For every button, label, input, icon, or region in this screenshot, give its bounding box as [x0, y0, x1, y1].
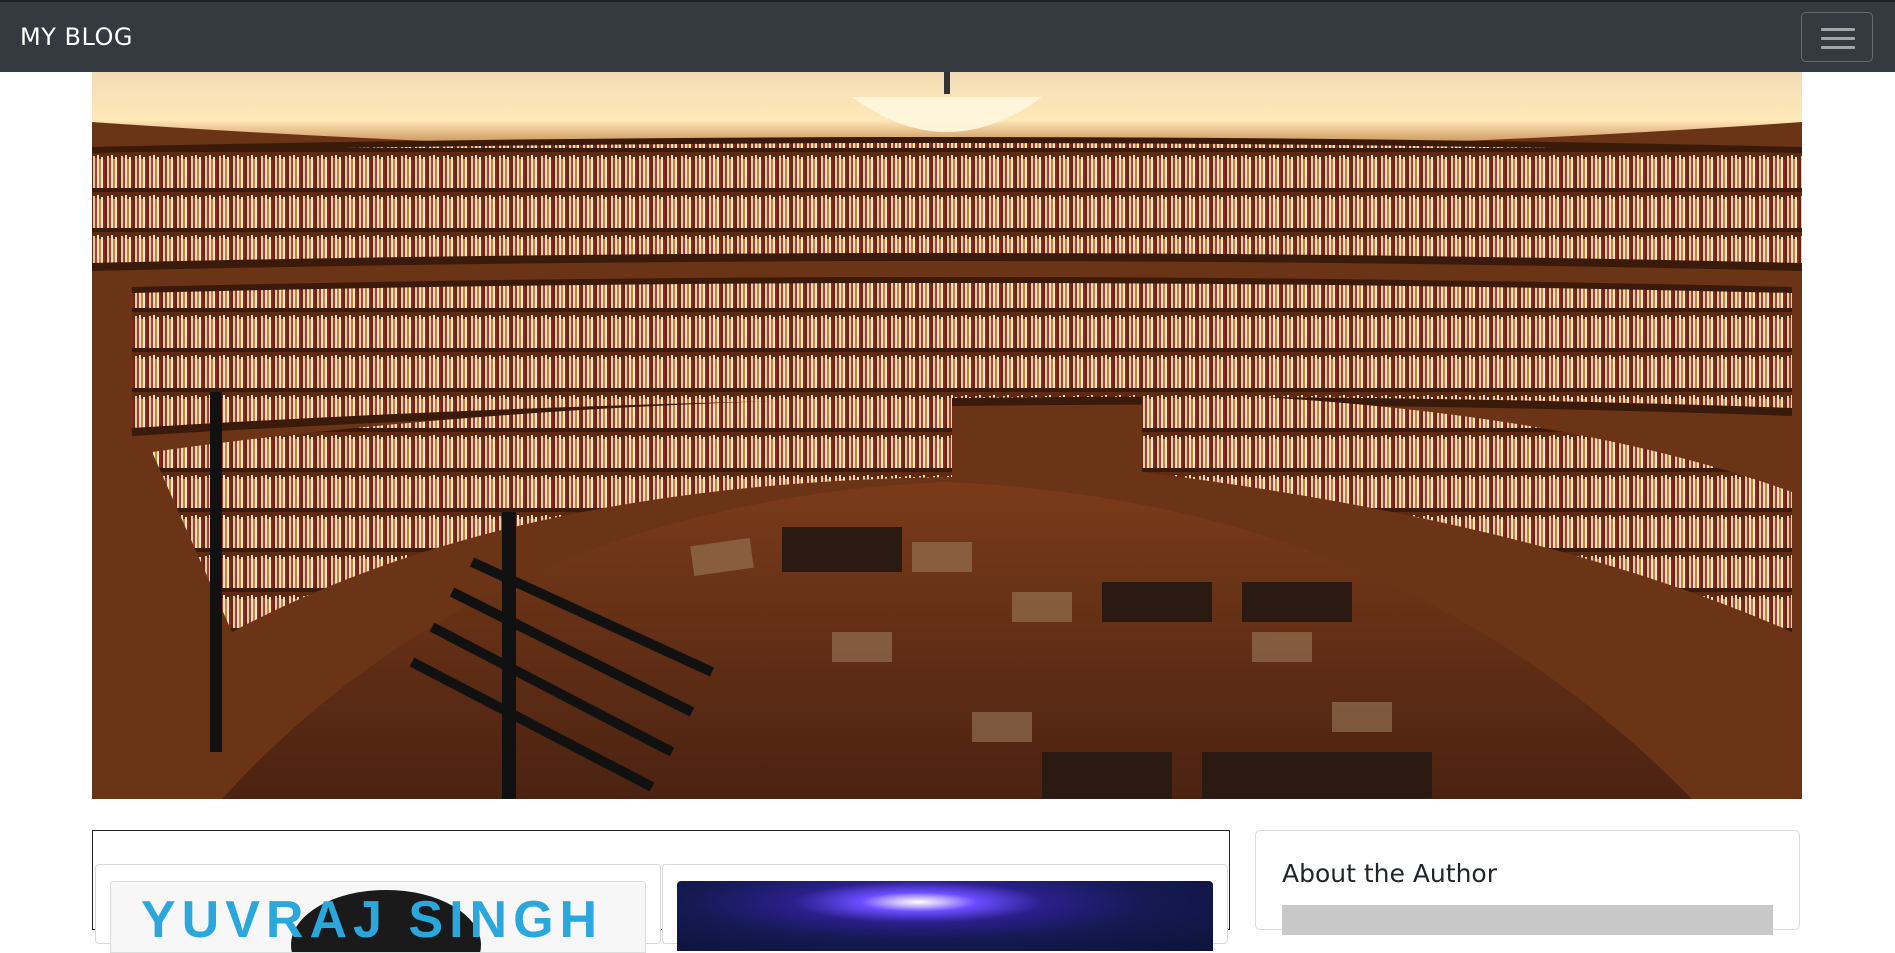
posts-section: YUVRAJ SINGH — [92, 830, 1230, 953]
post-card[interactable]: YUVRAJ SINGH — [95, 864, 661, 953]
navbar-toggle-button[interactable] — [1801, 12, 1873, 62]
top-navbar: MY BLOG — [0, 0, 1895, 72]
library-interior-photo — [92, 72, 1802, 799]
sidebar-title: About the Author — [1282, 859, 1498, 888]
blue-light-burst-image — [677, 881, 1213, 951]
post-card[interactable] — [662, 864, 1228, 951]
thumbnail-text: YUVRAJ SINGH — [141, 891, 604, 949]
brand-logo-link[interactable]: MY BLOG — [20, 22, 133, 52]
yuvraj-singh-photo: YUVRAJ SINGH — [110, 881, 646, 953]
hero-banner-image — [92, 72, 1802, 799]
about-author-card: About the Author — [1255, 830, 1800, 935]
author-image-placeholder — [1282, 905, 1773, 935]
